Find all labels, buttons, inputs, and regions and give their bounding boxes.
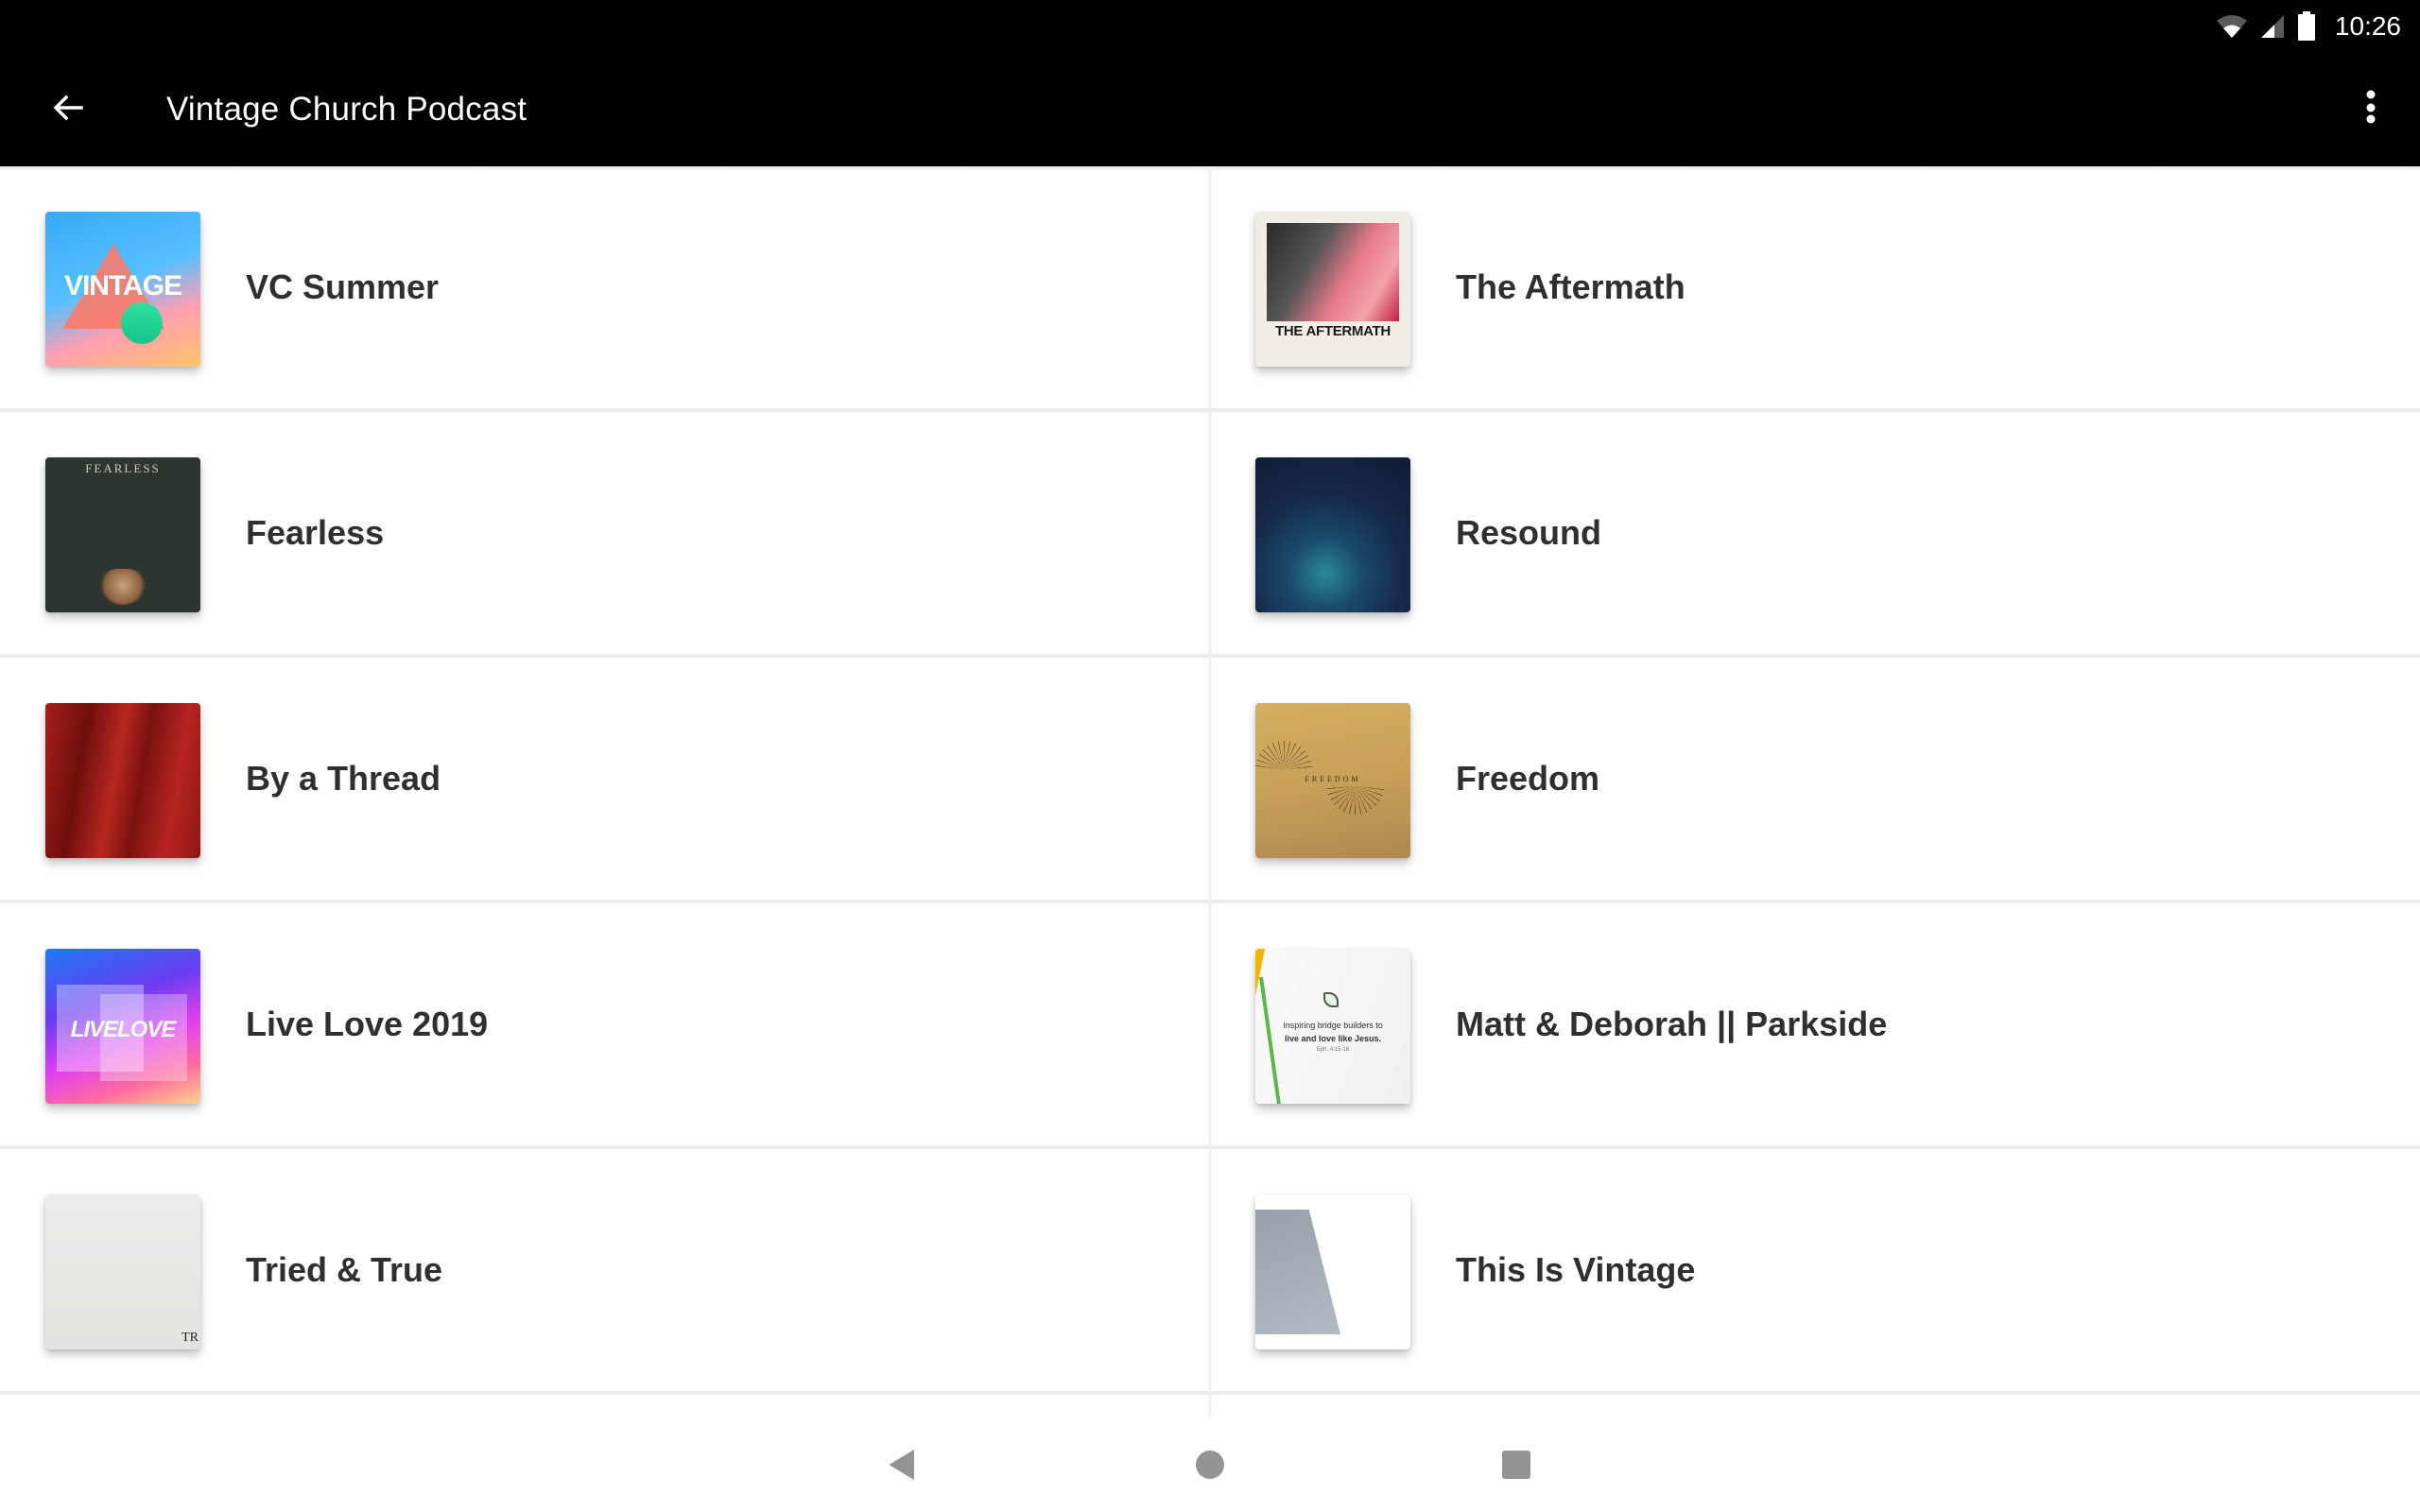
status-bar: 10:26 — [0, 0, 2420, 53]
podcast-title: Tried & True — [246, 1250, 443, 1289]
podcast-title: The Aftermath — [1456, 267, 1685, 306]
podcast-title: This Is Vintage — [1456, 1250, 1696, 1289]
podcast-artwork — [1255, 457, 1410, 612]
square-recents-icon — [1501, 1450, 1531, 1485]
podcast-artwork: Inspiring bridge builders to live and lo… — [1255, 949, 1410, 1104]
wifi-icon — [2216, 13, 2248, 40]
nav-home-button[interactable] — [1180, 1442, 1240, 1491]
podcast-item-this-is-vintage[interactable]: This Is Vintage — [1210, 1149, 2420, 1395]
artwork-text: Inspiring bridge builders to — [1283, 1021, 1383, 1030]
triangle-back-icon — [888, 1449, 916, 1486]
overflow-menu-button[interactable] — [2344, 83, 2397, 136]
podcast-item-resound[interactable]: Resound — [1210, 412, 2420, 658]
nav-recents-button[interactable] — [1486, 1442, 1547, 1491]
podcast-title: VC Summer — [246, 267, 440, 306]
artwork-text: TR — [182, 1331, 199, 1345]
podcast-artwork: TR — [45, 1194, 200, 1349]
podcast-item-tried-and-true[interactable]: TR Tried & True — [0, 1149, 1210, 1395]
podcast-artwork: FREEDOM — [1255, 703, 1410, 858]
more-vert-icon — [2365, 89, 2377, 131]
artwork-text: VINTAGE — [63, 270, 182, 301]
podcast-title: Live Love 2019 — [246, 1005, 489, 1043]
artwork-text: THE AFTERMATH — [1275, 323, 1391, 339]
podcast-title: Resound — [1456, 513, 1602, 552]
leaf-logo-icon — [1323, 992, 1339, 1007]
artwork-text: Eph. 4:15-16 — [1316, 1047, 1350, 1053]
circle-home-icon — [1195, 1450, 1225, 1485]
podcast-artwork: LIVELOVE — [45, 949, 200, 1104]
podcast-item-live-love-2019[interactable]: LIVELOVE Live Love 2019 — [0, 903, 1210, 1149]
artwork-text: live and love like Jesus. — [1284, 1034, 1382, 1043]
podcast-item-fearless[interactable]: FEARLESS Fearless — [0, 412, 1210, 658]
battery-icon — [2297, 11, 2316, 42]
app-toolbar: Vintage Church Podcast — [0, 53, 2420, 166]
nav-back-button[interactable] — [872, 1442, 932, 1491]
podcast-title: Matt & Deborah || Parkside — [1456, 1005, 1888, 1043]
podcast-artwork: VINTAGE — [45, 212, 200, 367]
artwork-text: LIVELOVE — [70, 1017, 177, 1042]
podcast-title: Fearless — [246, 513, 385, 552]
arrow-back-icon — [51, 91, 85, 129]
podcast-title: By a Thread — [246, 759, 441, 798]
cell-signal-icon — [2259, 13, 2286, 40]
podcast-artwork — [45, 703, 200, 858]
column-divider — [1209, 166, 1211, 1418]
clock: 10:26 — [2334, 11, 2401, 41]
system-nav-bar — [0, 1418, 2420, 1512]
podcast-artwork: THE AFTERMATH — [1255, 212, 1410, 367]
podcast-item-vc-summer[interactable]: VINTAGE VC Summer — [0, 166, 1210, 412]
podcast-item-by-a-thread[interactable]: By a Thread — [0, 658, 1210, 903]
podcast-title: Freedom — [1456, 759, 1600, 798]
artwork-text: FREEDOM — [1305, 775, 1361, 783]
page-title: Vintage Church Podcast — [166, 91, 527, 128]
podcast-artwork: FEARLESS — [45, 457, 200, 612]
back-button[interactable] — [38, 83, 98, 136]
podcast-artwork — [1255, 1194, 1410, 1349]
podcast-item-matt-deborah-parkside[interactable]: Inspiring bridge builders to live and lo… — [1210, 903, 2420, 1149]
podcast-item-freedom[interactable]: FREEDOM Freedom — [1210, 658, 2420, 903]
artwork-text: FEARLESS — [85, 461, 161, 475]
podcast-item-the-aftermath[interactable]: THE AFTERMATH The Aftermath — [1210, 166, 2420, 412]
